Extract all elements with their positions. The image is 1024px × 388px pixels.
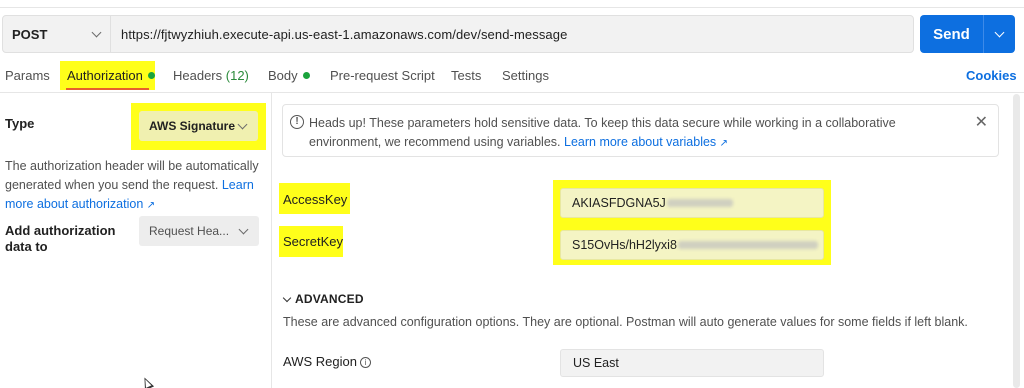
method-select[interactable]: POST — [3, 16, 111, 52]
advanced-description: These are advanced configuration options… — [283, 315, 968, 329]
scrollbar[interactable] — [1013, 94, 1020, 388]
access-key-label: AccessKey — [283, 192, 348, 207]
tab-headers[interactable]: Headers (12) — [173, 68, 249, 83]
tab-count: (12) — [225, 68, 249, 83]
aws-region-input[interactable]: US East — [560, 349, 824, 377]
top-strip — [0, 0, 1024, 8]
sensitive-data-banner: ! Heads up! These parameters hold sensit… — [282, 104, 999, 157]
tab-body[interactable]: Body — [268, 68, 310, 83]
divider — [0, 92, 1024, 93]
secret-key-input[interactable]: S15OvHs/hH2lyxi8 — [560, 230, 824, 260]
status-dot — [302, 72, 310, 79]
learn-more-variables-link[interactable]: Learn more about variables ↗ — [564, 135, 728, 149]
info-icon[interactable]: i — [359, 357, 371, 368]
access-key-value: AKIASFDGNA5J — [572, 196, 666, 210]
chevron-down-icon — [237, 119, 248, 129]
url-input[interactable]: https://fjtwyzhiuh.execute-api.us-east-1… — [111, 27, 567, 42]
chevron-down-icon — [238, 224, 249, 234]
type-label: Type — [5, 116, 35, 131]
redacted-text — [666, 199, 733, 207]
status-dot — [147, 72, 155, 79]
info-icon: ! — [290, 115, 304, 129]
tab-label: Params — [5, 68, 50, 83]
link-text: Learn more about variables — [564, 135, 717, 149]
access-key-input[interactable]: AKIASFDGNA5J — [560, 188, 824, 218]
auth-description: The authorization header will be automat… — [5, 157, 267, 215]
auth-type-value: AWS Signature — [149, 119, 236, 133]
auth-type-select[interactable]: AWS Signature — [139, 111, 258, 141]
tab-tests[interactable]: Tests — [451, 68, 481, 83]
active-tab-underline — [66, 88, 149, 90]
close-icon[interactable]: ✕ — [975, 115, 988, 131]
secret-key-label: SecretKey — [283, 234, 343, 249]
redacted-text — [677, 241, 818, 249]
tab-pre-request-script[interactable]: Pre-request Script — [330, 68, 435, 83]
tab-label: Pre-request Script — [330, 68, 435, 83]
mouse-cursor-icon — [139, 375, 155, 388]
external-link-icon: ↗ — [719, 138, 729, 149]
chevron-down-icon — [282, 293, 292, 303]
chevron-down-icon — [91, 27, 102, 37]
add-to-value: Request Hea... — [149, 224, 230, 238]
external-link-icon: ↗ — [146, 200, 156, 211]
tab-label: Authorization — [67, 68, 143, 83]
panel-divider[interactable] — [271, 93, 272, 388]
tab-label: Tests — [451, 68, 482, 83]
tab-authorization[interactable]: Authorization — [67, 68, 155, 83]
advanced-heading: ADVANCED — [295, 292, 364, 306]
advanced-toggle[interactable]: ADVANCED — [282, 292, 364, 306]
send-button-group: Send — [920, 15, 1015, 53]
tab-label: Headers — [173, 68, 223, 83]
chevron-down-icon — [994, 27, 1005, 37]
send-button[interactable]: Send — [920, 26, 983, 43]
request-bar: POST https://fjtwyzhiuh.execute-api.us-e… — [2, 15, 914, 53]
auth-description-text: The authorization header will be automat… — [5, 159, 259, 192]
banner-text: Heads up! These parameters hold sensitiv… — [309, 114, 969, 153]
aws-region-label-text: AWS Region — [283, 354, 357, 369]
tab-settings[interactable]: Settings — [502, 68, 549, 83]
request-tabs: Params Authorization Headers (12) Body P… — [0, 64, 1024, 90]
tab-label: Settings — [502, 68, 549, 83]
secret-key-value: S15OvHs/hH2lyxi8 — [572, 238, 677, 252]
cookies-link[interactable]: Cookies — [966, 68, 1017, 83]
method-label: POST — [12, 26, 48, 42]
send-options-button[interactable] — [983, 15, 1015, 53]
aws-region-label: AWS Region i — [283, 354, 371, 369]
add-to-label: Add authorization data to — [5, 223, 116, 254]
postman-request-view: POST https://fjtwyzhiuh.execute-api.us-e… — [0, 0, 1024, 388]
tab-params[interactable]: Params — [5, 68, 50, 83]
tab-label: Body — [268, 68, 298, 83]
add-to-select[interactable]: Request Hea... — [139, 216, 259, 246]
